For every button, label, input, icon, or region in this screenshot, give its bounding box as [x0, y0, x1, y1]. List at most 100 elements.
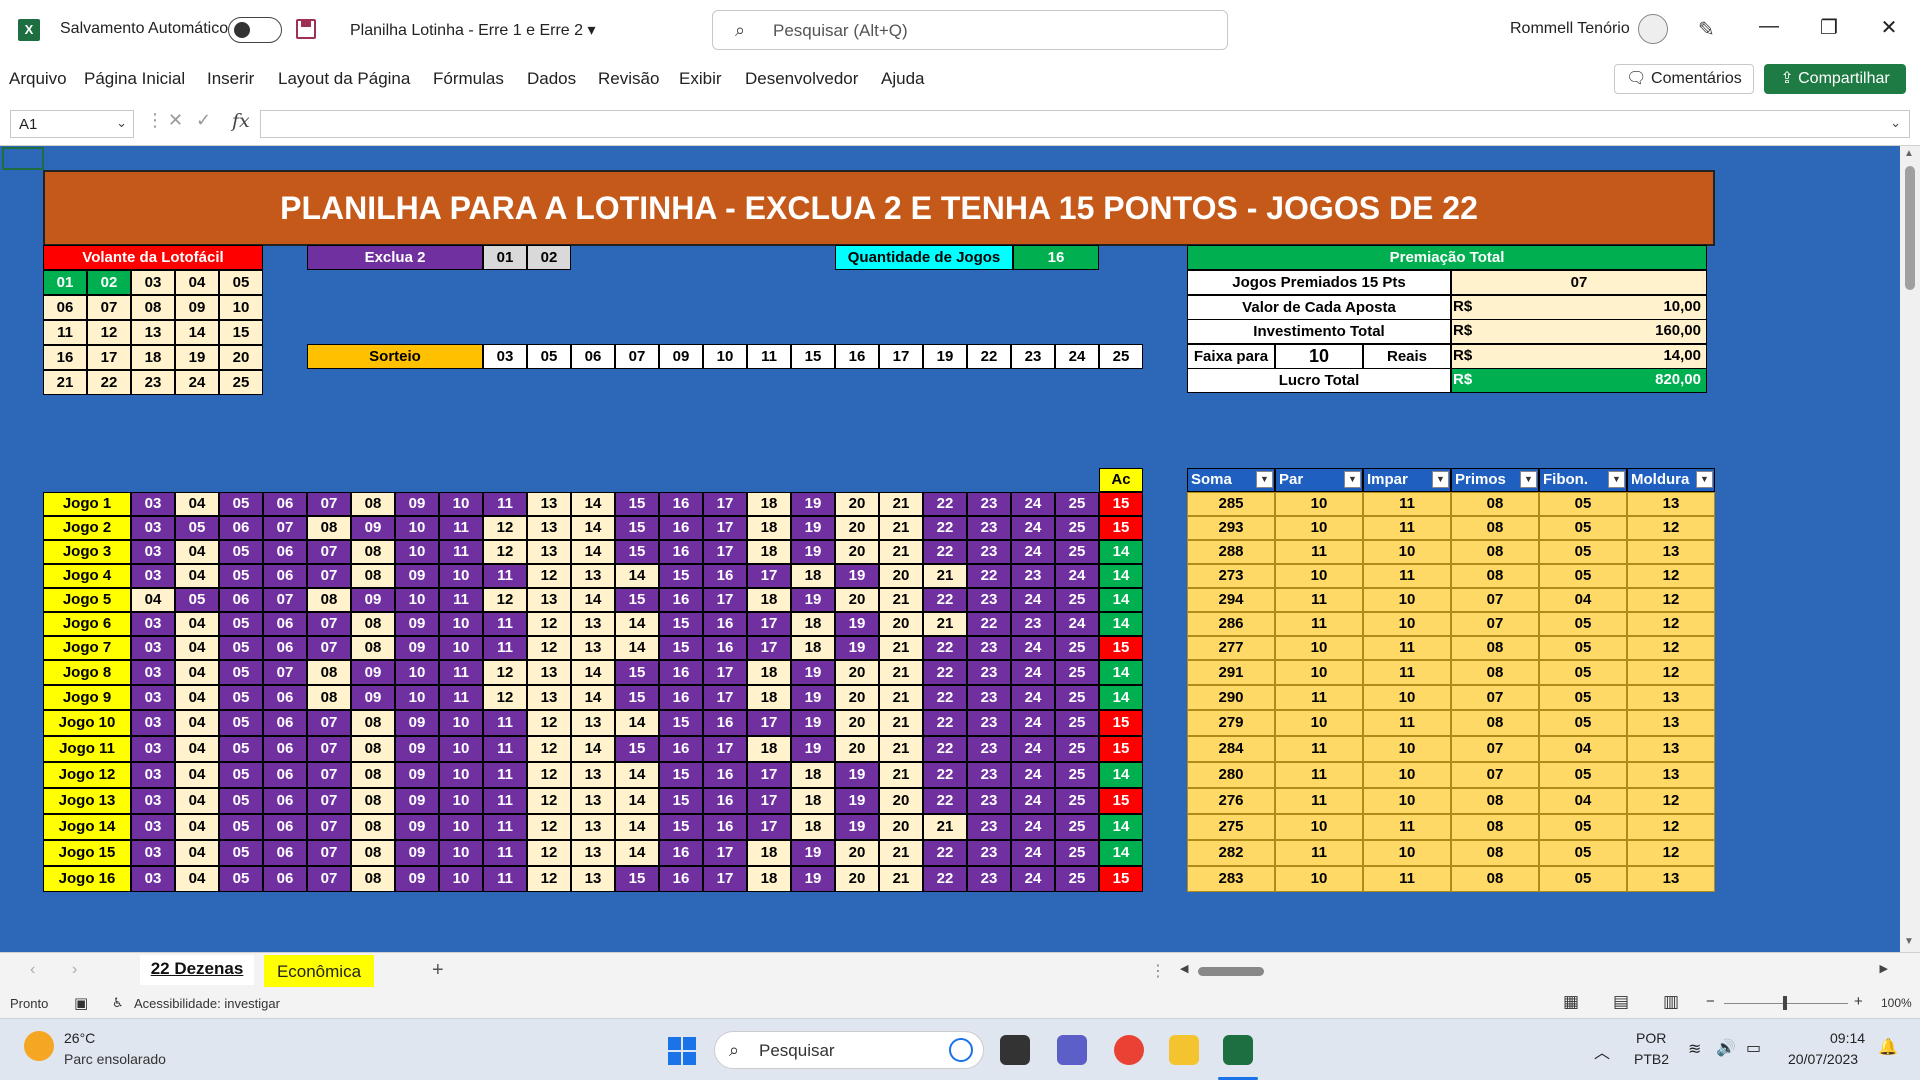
game-number[interactable]: 08 [351, 564, 395, 588]
stats-value[interactable]: 12 [1627, 814, 1715, 840]
game-number[interactable]: 15 [615, 866, 659, 892]
game-number[interactable]: 13 [571, 866, 615, 892]
game-number[interactable]: 19 [835, 814, 879, 840]
game-number[interactable]: 04 [175, 788, 219, 814]
game-number[interactable]: 25 [1055, 588, 1099, 612]
stats-value[interactable]: 10 [1275, 660, 1363, 685]
game-number[interactable]: 03 [131, 636, 175, 660]
game-number[interactable]: 17 [747, 636, 791, 660]
stats-value[interactable]: 05 [1539, 866, 1627, 892]
game-number[interactable]: 12 [527, 736, 571, 762]
game-number[interactable]: 05 [219, 840, 263, 866]
game-number[interactable]: 19 [791, 516, 835, 540]
game-number[interactable]: 09 [351, 660, 395, 685]
game-number[interactable]: 17 [703, 588, 747, 612]
game-number[interactable]: 18 [747, 516, 791, 540]
game-number[interactable]: 24 [1011, 710, 1055, 736]
game-number[interactable]: 18 [791, 762, 835, 788]
stats-value[interactable]: 13 [1627, 685, 1715, 710]
game-number[interactable]: 13 [571, 788, 615, 814]
stats-value[interactable]: 08 [1451, 866, 1539, 892]
game-number[interactable]: 04 [175, 866, 219, 892]
sorteio-number[interactable]: 10 [703, 344, 747, 369]
game-number[interactable]: 04 [175, 492, 219, 516]
game-number[interactable]: 14 [571, 588, 615, 612]
game-number[interactable]: 08 [307, 516, 351, 540]
file-explorer-icon[interactable] [1169, 1035, 1199, 1065]
game-number[interactable]: 14 [571, 660, 615, 685]
tab-economica[interactable]: Econômica [264, 955, 374, 987]
game-name[interactable]: Jogo 13 [43, 788, 131, 814]
game-number[interactable]: 22 [923, 588, 967, 612]
sorteio-number[interactable]: 11 [747, 344, 791, 369]
game-number[interactable]: 20 [835, 840, 879, 866]
game-number[interactable]: 07 [307, 492, 351, 516]
exclua-value[interactable]: 02 [527, 245, 571, 270]
game-name[interactable]: Jogo 12 [43, 762, 131, 788]
game-number[interactable]: 09 [395, 612, 439, 636]
game-number[interactable]: 16 [703, 710, 747, 736]
game-number[interactable]: 15 [659, 636, 703, 660]
game-number[interactable]: 14 [615, 612, 659, 636]
volante-number[interactable]: 07 [87, 295, 131, 320]
premiacao-value[interactable]: 820,00 [1497, 368, 1701, 393]
game-number[interactable]: 23 [1011, 612, 1055, 636]
game-number[interactable]: 08 [351, 636, 395, 660]
game-hits[interactable]: 14 [1099, 588, 1143, 612]
game-number[interactable]: 20 [879, 564, 923, 588]
stats-value[interactable]: 13 [1627, 762, 1715, 788]
game-number[interactable]: 13 [571, 710, 615, 736]
enter-icon[interactable]: ✓ [196, 110, 211, 131]
quantidade-label[interactable]: Quantidade de Jogos [835, 245, 1013, 270]
stats-value[interactable]: 12 [1627, 564, 1715, 588]
premiacao-value[interactable]: 07 [1451, 270, 1707, 295]
stats-value[interactable]: 280 [1187, 762, 1275, 788]
stats-value[interactable]: 294 [1187, 588, 1275, 612]
game-number[interactable]: 11 [483, 840, 527, 866]
game-number[interactable]: 08 [307, 685, 351, 710]
game-number[interactable]: 24 [1011, 660, 1055, 685]
game-number[interactable]: 13 [527, 492, 571, 516]
game-number[interactable]: 03 [131, 685, 175, 710]
game-number[interactable]: 19 [791, 685, 835, 710]
game-number[interactable]: 09 [351, 516, 395, 540]
premiacao-label[interactable]: Reais [1363, 343, 1451, 369]
game-number[interactable]: 20 [835, 736, 879, 762]
game-number[interactable]: 13 [571, 636, 615, 660]
game-number[interactable]: 10 [439, 564, 483, 588]
game-number[interactable]: 20 [835, 492, 879, 516]
sorteio-number[interactable]: 19 [923, 344, 967, 369]
game-number[interactable]: 15 [659, 814, 703, 840]
weather-icon[interactable] [24, 1031, 54, 1061]
game-number[interactable]: 14 [615, 762, 659, 788]
game-number[interactable]: 07 [307, 540, 351, 564]
stats-value[interactable]: 05 [1539, 492, 1627, 516]
insert-function-icon[interactable]: fx [232, 110, 250, 132]
game-number[interactable]: 12 [527, 636, 571, 660]
game-number[interactable]: 03 [131, 612, 175, 636]
sorteio-number[interactable]: 06 [571, 344, 615, 369]
stats-value[interactable]: 08 [1451, 492, 1539, 516]
game-number[interactable]: 04 [175, 636, 219, 660]
volante-number[interactable]: 25 [219, 370, 263, 395]
close-icon[interactable]: ✕ [1874, 15, 1904, 40]
scroll-up-icon[interactable]: ▲ [1904, 148, 1914, 159]
game-number[interactable]: 05 [175, 516, 219, 540]
language-code[interactable]: POR [1636, 1030, 1666, 1046]
stats-value[interactable]: 13 [1627, 736, 1715, 762]
vertical-scrollbar[interactable]: ▲ ▼ [1900, 146, 1920, 952]
game-number[interactable]: 18 [747, 736, 791, 762]
game-number[interactable]: 13 [571, 762, 615, 788]
game-number[interactable]: 10 [439, 612, 483, 636]
stats-value[interactable]: 279 [1187, 710, 1275, 736]
game-number[interactable]: 15 [659, 612, 703, 636]
game-name[interactable]: Jogo 14 [43, 814, 131, 840]
stats-value[interactable]: 05 [1539, 814, 1627, 840]
game-number[interactable]: 05 [219, 540, 263, 564]
game-number[interactable]: 22 [923, 840, 967, 866]
game-number[interactable]: 05 [219, 492, 263, 516]
sorteio-number[interactable]: 16 [835, 344, 879, 369]
stats-value[interactable]: 08 [1451, 840, 1539, 866]
currency-symbol[interactable]: R$ [1453, 344, 1493, 369]
game-number[interactable]: 15 [615, 588, 659, 612]
